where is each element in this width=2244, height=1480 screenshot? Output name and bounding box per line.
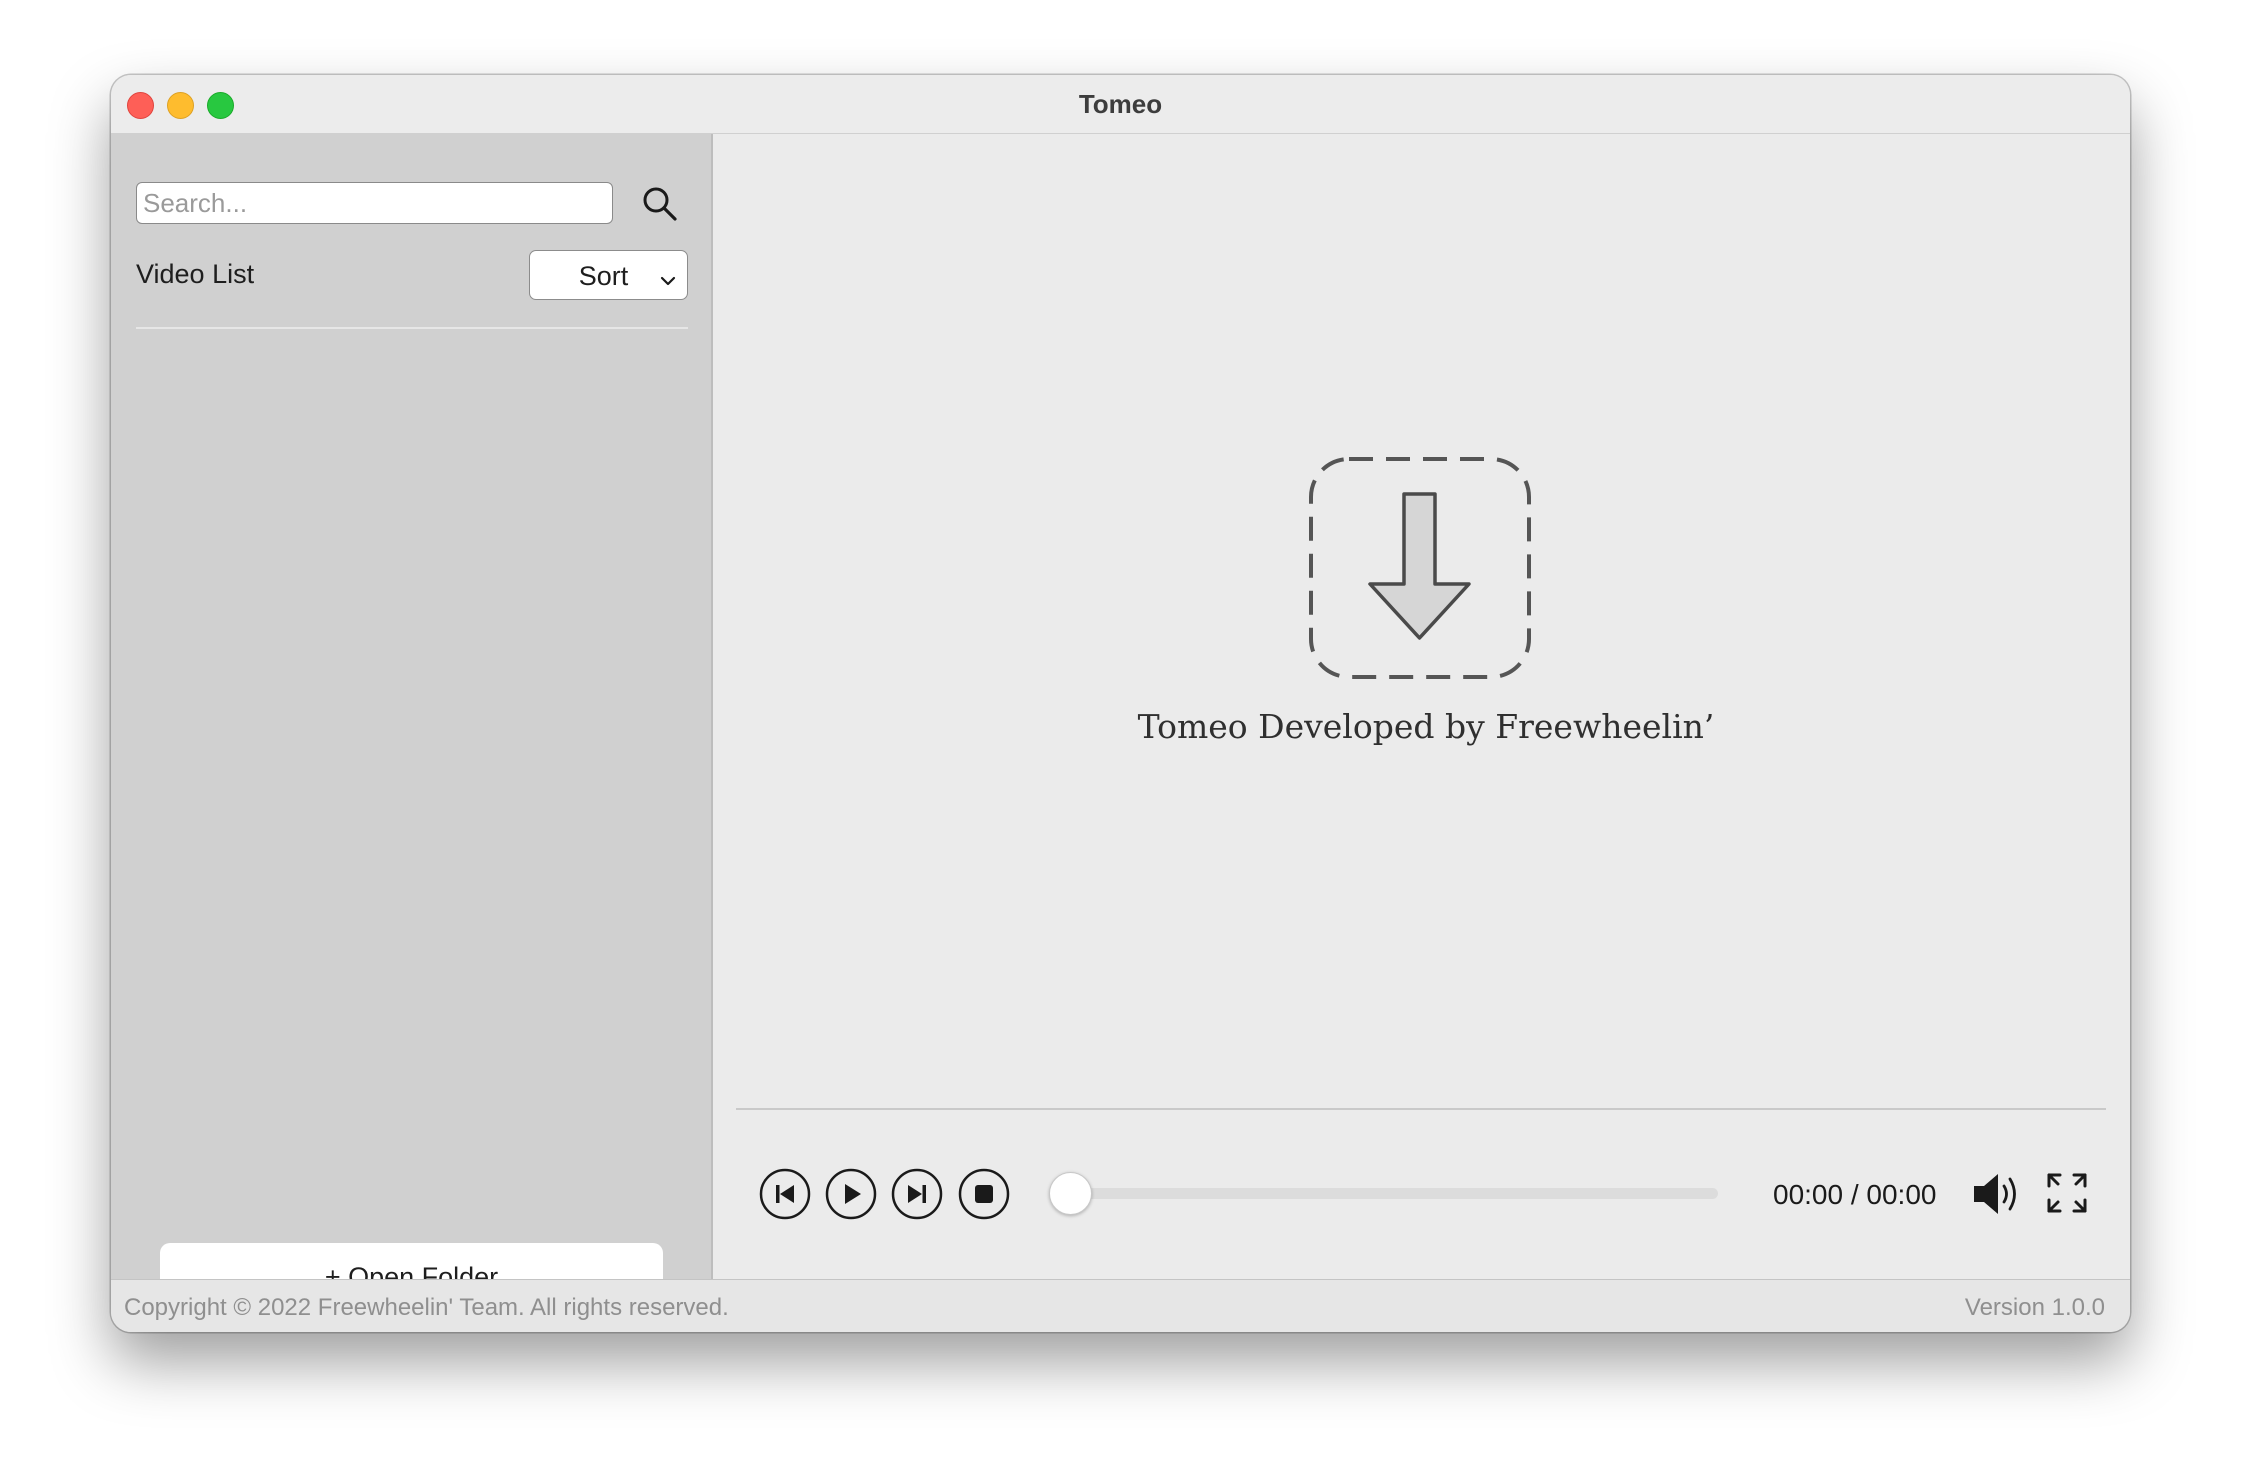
previous-button[interactable] bbox=[759, 1168, 811, 1220]
sort-dropdown[interactable]: Sort bbox=[529, 250, 688, 300]
search-input[interactable] bbox=[136, 182, 613, 224]
fullscreen-button[interactable] bbox=[2046, 1172, 2088, 1214]
search-button[interactable] bbox=[640, 184, 680, 224]
time-display: 00:00 / 00:00 bbox=[1773, 1179, 1937, 1210]
status-bar: Copyright © 2022 Freewheelin' Team. All … bbox=[111, 1279, 2130, 1332]
play-button[interactable] bbox=[825, 1168, 877, 1220]
download-arrow-icon bbox=[1309, 457, 1531, 679]
progress-slider[interactable] bbox=[1070, 1188, 1718, 1199]
copyright-text: Copyright © 2022 Freewheelin' Team. All … bbox=[124, 1294, 729, 1321]
volume-button[interactable] bbox=[1971, 1170, 2023, 1218]
title-bar[interactable]: Tomeo bbox=[111, 75, 2130, 134]
stop-icon bbox=[958, 1168, 1010, 1220]
window-title: Tomeo bbox=[1078, 89, 1163, 119]
stop-button[interactable] bbox=[958, 1168, 1010, 1220]
play-icon bbox=[825, 1168, 877, 1220]
version-text: Version 1.0.0 bbox=[1964, 1294, 2105, 1321]
drop-message: Tomeo Developed by Freewheelin’ bbox=[1137, 707, 1715, 746]
next-button[interactable] bbox=[891, 1168, 943, 1220]
search-icon bbox=[643, 187, 677, 221]
app-window: Tomeo Video List Sort + Open Folder Tome… bbox=[111, 75, 2130, 1332]
chevron-down-icon bbox=[660, 276, 676, 286]
fullscreen-icon bbox=[2047, 1173, 2087, 1213]
video-list-title: Video List bbox=[136, 259, 255, 289]
sidebar: Video List Sort + Open Folder bbox=[111, 134, 713, 1311]
controls-divider bbox=[736, 1108, 2106, 1110]
skip-forward-icon bbox=[891, 1168, 943, 1220]
drop-zone[interactable] bbox=[1307, 455, 1533, 681]
progress-handle[interactable] bbox=[1049, 1172, 1092, 1215]
skip-back-icon bbox=[759, 1168, 811, 1220]
volume-icon bbox=[1974, 1174, 2016, 1214]
sort-label: Sort bbox=[578, 261, 629, 291]
sidebar-divider bbox=[136, 327, 688, 329]
